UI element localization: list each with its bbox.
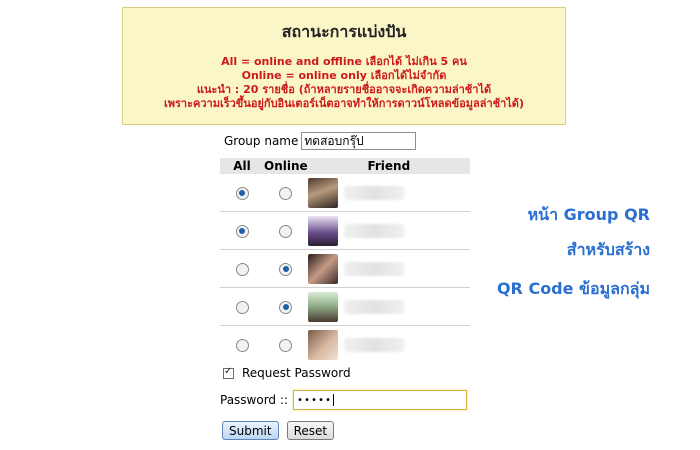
friend-name-blurred (343, 223, 404, 238)
notice-lines: All = online and offline เลือกได้ ไม่เกิ… (123, 55, 565, 111)
header-online: Online (264, 158, 308, 174)
friend-name-blurred (343, 337, 404, 352)
radio-all[interactable] (235, 300, 249, 314)
form-buttons: Submit Reset (222, 421, 335, 440)
notice-line-speed: เพราะความเร็วขึ้นอยู่กับอินเตอร์เน็ตอาจท… (164, 97, 524, 110)
caption-line-3: QR Code ข้อมูลกลุ่ม (496, 279, 650, 298)
notice-line-all: All = online and offline เลือกได้ ไม่เกิ… (221, 55, 467, 68)
request-password-row: Request Password (223, 366, 351, 380)
friend-avatar (307, 329, 338, 360)
password-mask: ••••• (296, 394, 333, 406)
request-password-label: Request Password (242, 366, 351, 380)
password-input[interactable]: ••••• (292, 390, 467, 410)
friend-table-header: All Online Friend (220, 158, 470, 174)
notice-title: สถานะการแบ่งปัน (281, 22, 407, 41)
friend-name-blurred (343, 261, 404, 276)
password-row: Password :: ••••• (220, 390, 467, 410)
header-all: All (220, 158, 264, 174)
radio-all[interactable] (235, 224, 249, 238)
header-friend: Friend (307, 158, 470, 174)
sharing-status-notice: สถานะการแบ่งปัน All = online and offline… (122, 7, 566, 125)
radio-online[interactable] (279, 262, 293, 276)
friend-table: All Online Friend (220, 158, 470, 363)
group-name-input[interactable] (301, 132, 417, 150)
reset-button[interactable]: Reset (286, 421, 335, 440)
friend-name-blurred (343, 185, 404, 200)
caption-line-1: หน้า Group QR (527, 205, 650, 224)
notice-line-recommend: แนะนำ : 20 รายชื่อ (ถ้าหลายรายชื่ออาจจะเ… (196, 83, 492, 96)
table-row (220, 249, 470, 288)
radio-online[interactable] (279, 186, 293, 200)
text-caret (333, 394, 335, 406)
friend-avatar (307, 215, 338, 246)
radio-online[interactable] (279, 338, 293, 352)
caption-line-2: สำหรับสร้าง (566, 240, 650, 259)
group-name-label: Group name (224, 134, 299, 148)
table-row (220, 211, 470, 250)
submit-button[interactable]: Submit (222, 421, 279, 440)
friend-avatar (307, 253, 338, 284)
table-row (220, 326, 470, 364)
radio-all[interactable] (235, 338, 249, 352)
radio-online[interactable] (279, 224, 293, 238)
radio-online[interactable] (279, 300, 293, 314)
friend-avatar (307, 177, 338, 208)
friend-avatar (307, 291, 338, 322)
radio-all[interactable] (235, 186, 249, 200)
radio-all[interactable] (235, 262, 249, 276)
notice-line-online: Online = online only เลือกได้ไม่จำกัด (241, 69, 447, 82)
table-row (220, 174, 470, 212)
request-password-checkbox[interactable] (223, 366, 234, 379)
friend-name-blurred (343, 299, 404, 314)
password-label: Password :: (220, 393, 288, 407)
group-name-row: Group name (220, 132, 417, 150)
table-row (220, 287, 470, 326)
